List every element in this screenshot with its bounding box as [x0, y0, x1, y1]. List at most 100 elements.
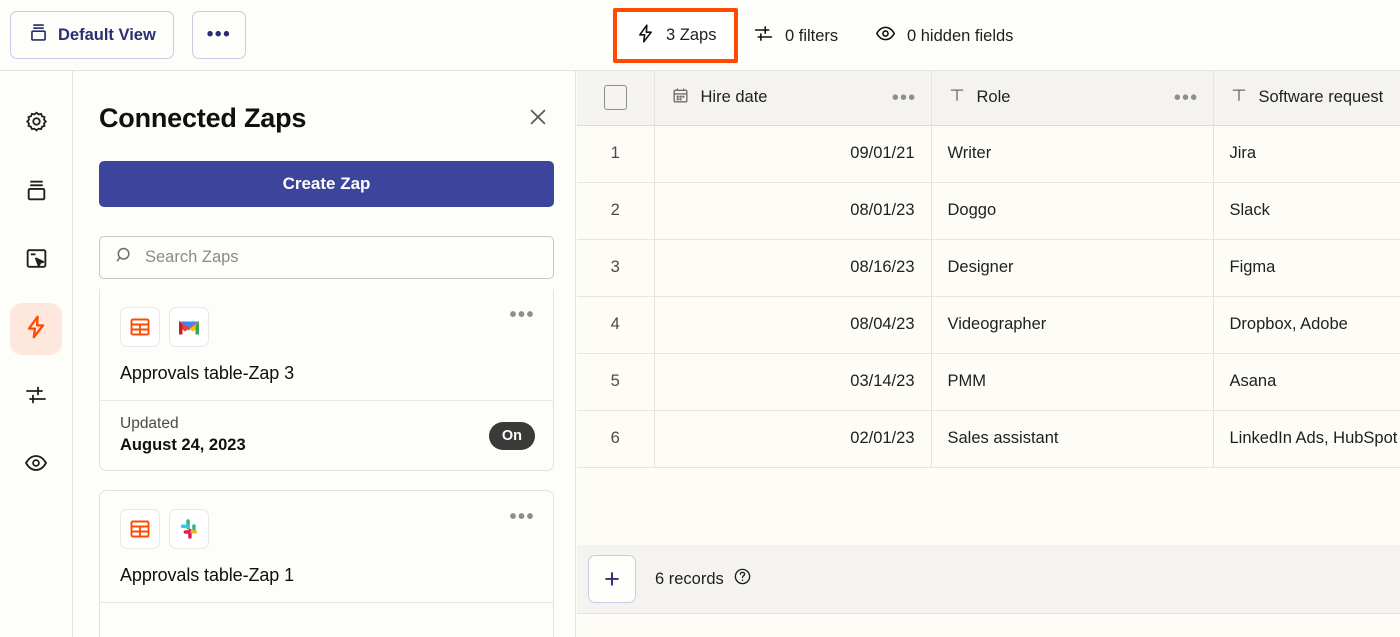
table-row[interactable]: 6 02/01/23 Sales assistant LinkedIn Ads,… [577, 410, 1400, 468]
cell-hire-date[interactable]: 02/01/23 [654, 410, 932, 468]
column-header-hire-date[interactable]: Hire date ••• [654, 71, 932, 126]
layers-icon [24, 178, 49, 208]
table-header-row: Hire date ••• Role ••• Software request [577, 71, 1400, 126]
zap-status-badge[interactable]: On [488, 421, 535, 450]
create-zap-button[interactable]: Create Zap [99, 161, 554, 207]
cell-hire-date[interactable]: 03/14/23 [654, 353, 932, 411]
zaps-chip-label: 3 Zaps [666, 26, 717, 44]
ellipsis-icon: ••• [206, 24, 232, 45]
cell-role[interactable]: Doggo [931, 182, 1214, 240]
slack-icon [169, 509, 209, 549]
cell-software-request[interactable]: Asana [1213, 353, 1400, 411]
column-header-role[interactable]: Role ••• [931, 71, 1214, 126]
default-view-button[interactable]: Default View [10, 11, 174, 59]
row-index: 6 [577, 410, 655, 468]
cell-hire-date[interactable]: 09/01/21 [654, 125, 932, 183]
zap-list[interactable]: ••• Approvals table-Zap 3 Updated August… [99, 289, 554, 637]
checkbox-icon[interactable] [603, 85, 627, 111]
column-menu-ellipsis-icon[interactable]: ••• [892, 88, 916, 107]
cell-role[interactable]: PMM [931, 353, 1214, 411]
column-menu-ellipsis-icon[interactable]: ••• [1174, 88, 1198, 107]
cell-role[interactable]: Writer [931, 125, 1214, 183]
zap-menu-ellipsis-icon[interactable]: ••• [509, 507, 535, 527]
cell-software-request[interactable]: LinkedIn Ads, HubSpot [1213, 410, 1400, 468]
zaps-chip[interactable]: 3 Zaps [613, 8, 739, 63]
panel-title: Connected Zaps [99, 103, 307, 133]
column-header-software-request[interactable]: Software request [1213, 71, 1400, 126]
filters-chip-label: 0 filters [785, 26, 839, 45]
view-more-button[interactable]: ••• [192, 11, 246, 59]
sidebar-item-interfaces[interactable] [10, 235, 62, 287]
table-row[interactable]: 3 08/16/23 Designer Figma [577, 239, 1400, 297]
row-index: 5 [577, 353, 655, 411]
zap-icon [23, 313, 49, 346]
cell-hire-date[interactable]: 08/04/23 [654, 296, 932, 354]
hidden-fields-chip[interactable]: 0 hidden fields [874, 23, 1013, 49]
list-item[interactable]: ••• Approvals table-Zap 3 Updated August… [99, 289, 554, 471]
zap-name: Approvals table-Zap 3 [120, 363, 294, 383]
cell-hire-date[interactable]: 08/16/23 [654, 239, 932, 297]
grid-empty-area [577, 614, 1400, 637]
filters-chip[interactable]: 0 filters [752, 23, 838, 49]
table-body: 1 09/01/21 Writer Jira 2 08/01/23 Doggo … [577, 125, 1400, 468]
table-row[interactable]: 1 09/01/21 Writer Jira [577, 125, 1400, 183]
sidebar-item-filters[interactable] [10, 371, 62, 423]
gmail-icon [169, 307, 209, 347]
zap-updated-label: Updated [120, 415, 179, 432]
cell-software-request[interactable]: Slack [1213, 182, 1400, 240]
search-input[interactable] [145, 248, 539, 267]
text-type-icon [948, 86, 966, 109]
connected-zaps-panel: Connected Zaps Create Zap Search Zaps ••… [74, 71, 576, 637]
default-view-label: Default View [58, 25, 156, 44]
interface-click-icon [24, 246, 49, 276]
top-toolbar: Default View ••• 3 Zaps 0 filters 0 hidd… [0, 0, 1400, 71]
sidebar-item-views[interactable] [10, 167, 62, 219]
cell-software-request[interactable]: Jira [1213, 125, 1400, 183]
gear-icon [24, 110, 49, 140]
column-header-label: Role [976, 88, 1011, 107]
view-layers-icon [28, 22, 49, 48]
zap-icon [635, 22, 656, 50]
zap-name: Approvals table-Zap 1 [120, 565, 294, 585]
grid-footer: + 6 records [577, 545, 1400, 614]
zapier-tables-icon [120, 509, 160, 549]
text-type-icon [1230, 86, 1248, 109]
zap-app-icons [120, 509, 533, 549]
row-index: 1 [577, 125, 655, 183]
cell-role[interactable]: Videographer [931, 296, 1214, 354]
search-zaps-field[interactable] [99, 236, 554, 279]
cell-software-request[interactable]: Figma [1213, 239, 1400, 297]
column-header-select-all[interactable] [577, 71, 655, 126]
table-row[interactable]: 5 03/14/23 PMM Asana [577, 353, 1400, 411]
eye-icon [874, 23, 897, 49]
filter-icon [23, 383, 49, 412]
question-circle-icon[interactable] [733, 567, 752, 591]
eye-icon [23, 451, 49, 480]
cell-hire-date[interactable]: 08/01/23 [654, 182, 932, 240]
row-index: 3 [577, 239, 655, 297]
column-header-label: Hire date [700, 88, 768, 107]
add-record-button[interactable]: + [588, 555, 636, 603]
record-count-label: 6 records [655, 569, 724, 588]
row-index: 4 [577, 296, 655, 354]
sidebar-item-settings[interactable] [10, 99, 62, 151]
zap-menu-ellipsis-icon[interactable]: ••• [509, 305, 535, 325]
records-table: Hire date ••• Role ••• Software request … [577, 71, 1400, 468]
search-icon [114, 245, 134, 270]
table-row[interactable]: 4 08/04/23 Videographer Dropbox, Adobe [577, 296, 1400, 354]
list-item[interactable]: ••• Approvals table-Zap 1 [99, 490, 554, 637]
hidden-fields-chip-label: 0 hidden fields [907, 26, 1014, 45]
calendar-icon [671, 86, 690, 110]
sidebar-item-zaps[interactable] [10, 303, 62, 355]
close-icon[interactable] [525, 104, 551, 130]
column-header-label: Software request [1258, 88, 1384, 107]
zap-app-icons [120, 307, 533, 347]
zap-updated-date: August 24, 2023 [120, 436, 246, 454]
sidebar-item-hidden-fields[interactable] [10, 439, 62, 491]
cell-role[interactable]: Sales assistant [931, 410, 1214, 468]
cell-software-request[interactable]: Dropbox, Adobe [1213, 296, 1400, 354]
table-row[interactable]: 2 08/01/23 Doggo Slack [577, 182, 1400, 240]
cell-role[interactable]: Designer [931, 239, 1214, 297]
row-index: 2 [577, 182, 655, 240]
zapier-tables-icon [120, 307, 160, 347]
